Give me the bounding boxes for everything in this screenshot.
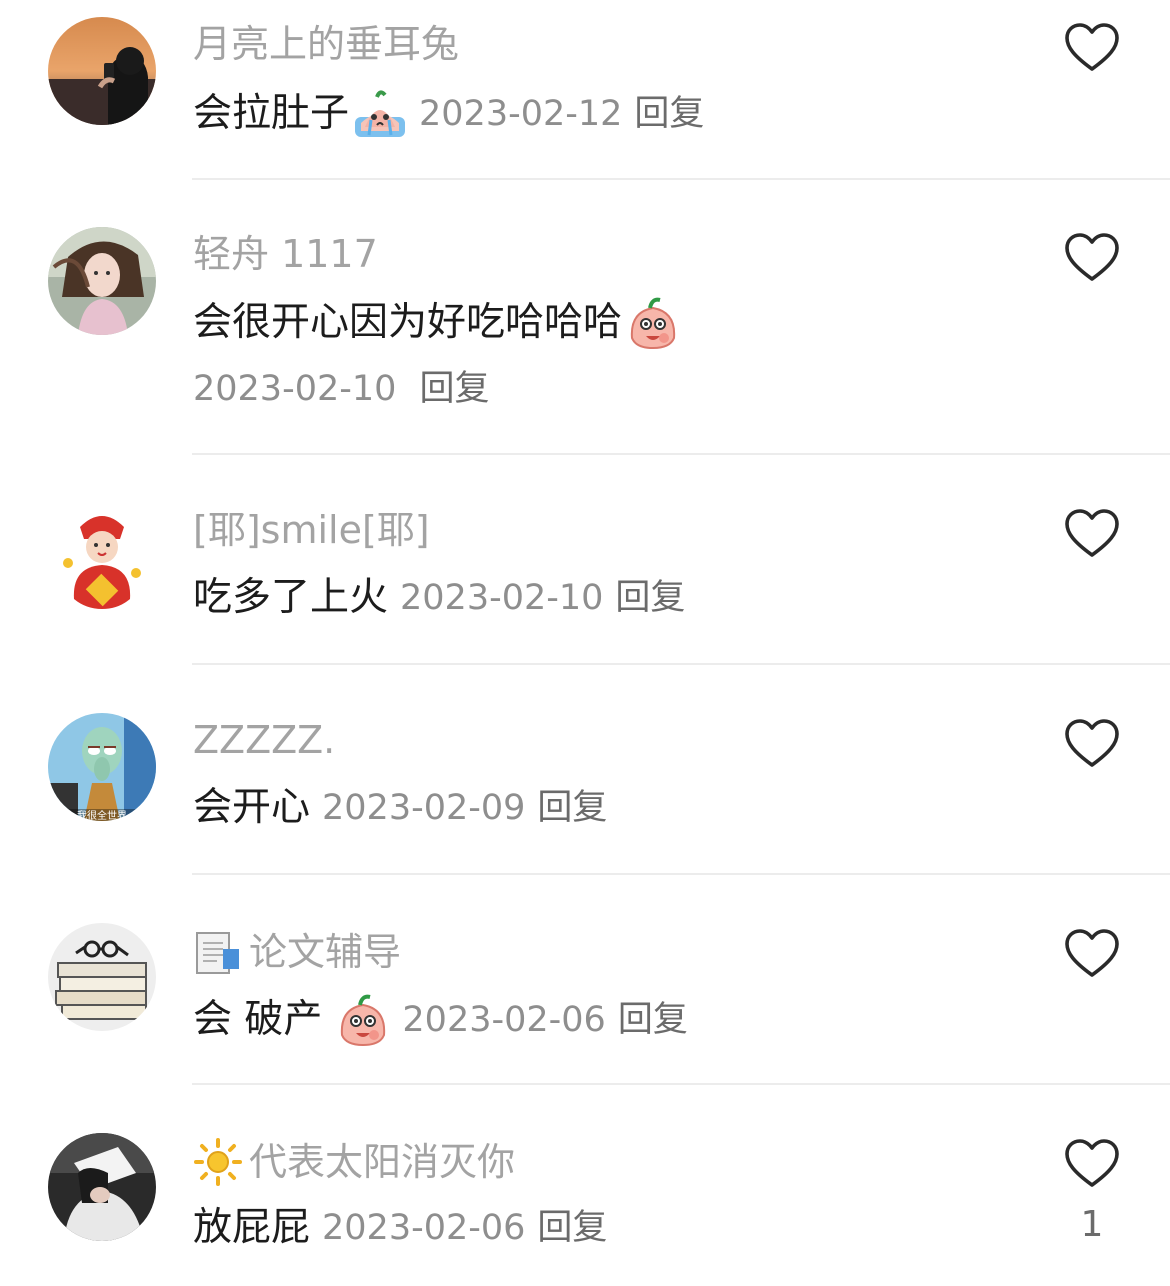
- comment-text: 放屁屁: [193, 1205, 311, 1250]
- reply-button[interactable]: 回复: [618, 995, 688, 1045]
- comment-meta: 2023-02-10 回复: [193, 366, 490, 412]
- comment-text: 会开心: [193, 785, 311, 830]
- heart-outline-icon: [1065, 23, 1119, 71]
- avatar-caption: 我很全世界: [77, 809, 127, 821]
- like-button[interactable]: [1064, 232, 1120, 284]
- like-button[interactable]: [1064, 718, 1120, 770]
- username[interactable]: 论文辅导: [193, 927, 401, 977]
- reply-button[interactable]: 回复: [537, 783, 607, 833]
- comment-text: 会 破产: [193, 997, 323, 1042]
- divider: [192, 178, 1170, 180]
- comment-date: 2023-02-10: [400, 578, 604, 618]
- heart-outline-icon: [1065, 1139, 1119, 1187]
- divider: [192, 873, 1170, 875]
- like-button[interactable]: [1064, 508, 1120, 560]
- heart-outline-icon: [1065, 719, 1119, 767]
- username-text: ZZZZZ.: [193, 718, 336, 762]
- comment-text-line: 吃多了上火 2023-02-10 回复: [193, 573, 685, 623]
- comment-text: 会很开心因为好吃哈哈哈: [193, 300, 623, 345]
- divider: [192, 453, 1170, 455]
- peach-laugh-emoji: [336, 993, 390, 1047]
- reply-button[interactable]: 回复: [537, 1203, 607, 1253]
- comment-text-line: 放屁屁 2023-02-06 回复: [193, 1203, 607, 1253]
- username[interactable]: 代表太阳消灭你: [193, 1137, 515, 1187]
- heart-outline-icon: [1065, 509, 1119, 557]
- like-button[interactable]: [1064, 22, 1120, 74]
- avatar[interactable]: [48, 923, 156, 1031]
- comment-text-line: 会拉肚子 2023-02-12 回复: [193, 87, 704, 141]
- avatar[interactable]: [48, 503, 156, 611]
- avatar[interactable]: 我很全世界: [48, 713, 156, 821]
- divider: [192, 663, 1170, 665]
- comment-text-line: 会 破产 2023-02-06 回复: [193, 993, 688, 1047]
- comment-text-line: 会很开心因为好吃哈哈哈: [193, 296, 680, 350]
- reply-button[interactable]: 回复: [615, 573, 685, 623]
- username-text: 代表太阳消灭你: [249, 1140, 516, 1184]
- avatar[interactable]: [48, 17, 156, 125]
- heart-outline-icon: [1065, 233, 1119, 281]
- username-text: 论文辅导: [249, 930, 402, 974]
- avatar[interactable]: [48, 1133, 156, 1241]
- divider: [192, 1083, 1170, 1085]
- like-button[interactable]: [1064, 1138, 1120, 1190]
- comment-date: 2023-02-06: [322, 1208, 526, 1248]
- crying-peach-emoji: [353, 87, 407, 141]
- username-text: 轻舟 1117: [193, 232, 378, 276]
- like-count: 1: [1080, 1204, 1104, 1245]
- comment-text: 会拉肚子: [193, 91, 350, 136]
- username[interactable]: 月亮上的垂耳兔: [193, 21, 459, 67]
- document-icon: [193, 927, 243, 977]
- comment-text-line: 会开心 2023-02-09 回复: [193, 783, 607, 833]
- comment-date: 2023-02-12: [419, 94, 623, 134]
- peach-laugh-emoji: [626, 296, 680, 350]
- sun-icon: [193, 1137, 243, 1187]
- comment-date: 2023-02-09: [322, 788, 526, 828]
- username[interactable]: [耶]smile[耶]: [193, 507, 430, 553]
- username-text: 月亮上的垂耳兔: [193, 22, 460, 66]
- avatar[interactable]: [48, 227, 156, 335]
- reply-button[interactable]: 回复: [420, 369, 490, 409]
- username[interactable]: 轻舟 1117: [193, 231, 378, 277]
- username[interactable]: ZZZZZ.: [193, 717, 335, 763]
- reply-button[interactable]: 回复: [634, 89, 704, 139]
- like-button[interactable]: [1064, 928, 1120, 980]
- comment-date: 2023-02-06: [402, 1000, 606, 1040]
- username-text: [耶]smile[耶]: [193, 508, 430, 552]
- heart-outline-icon: [1065, 929, 1119, 977]
- comment-text: 吃多了上火: [193, 575, 389, 620]
- comment-date: 2023-02-10: [193, 369, 397, 409]
